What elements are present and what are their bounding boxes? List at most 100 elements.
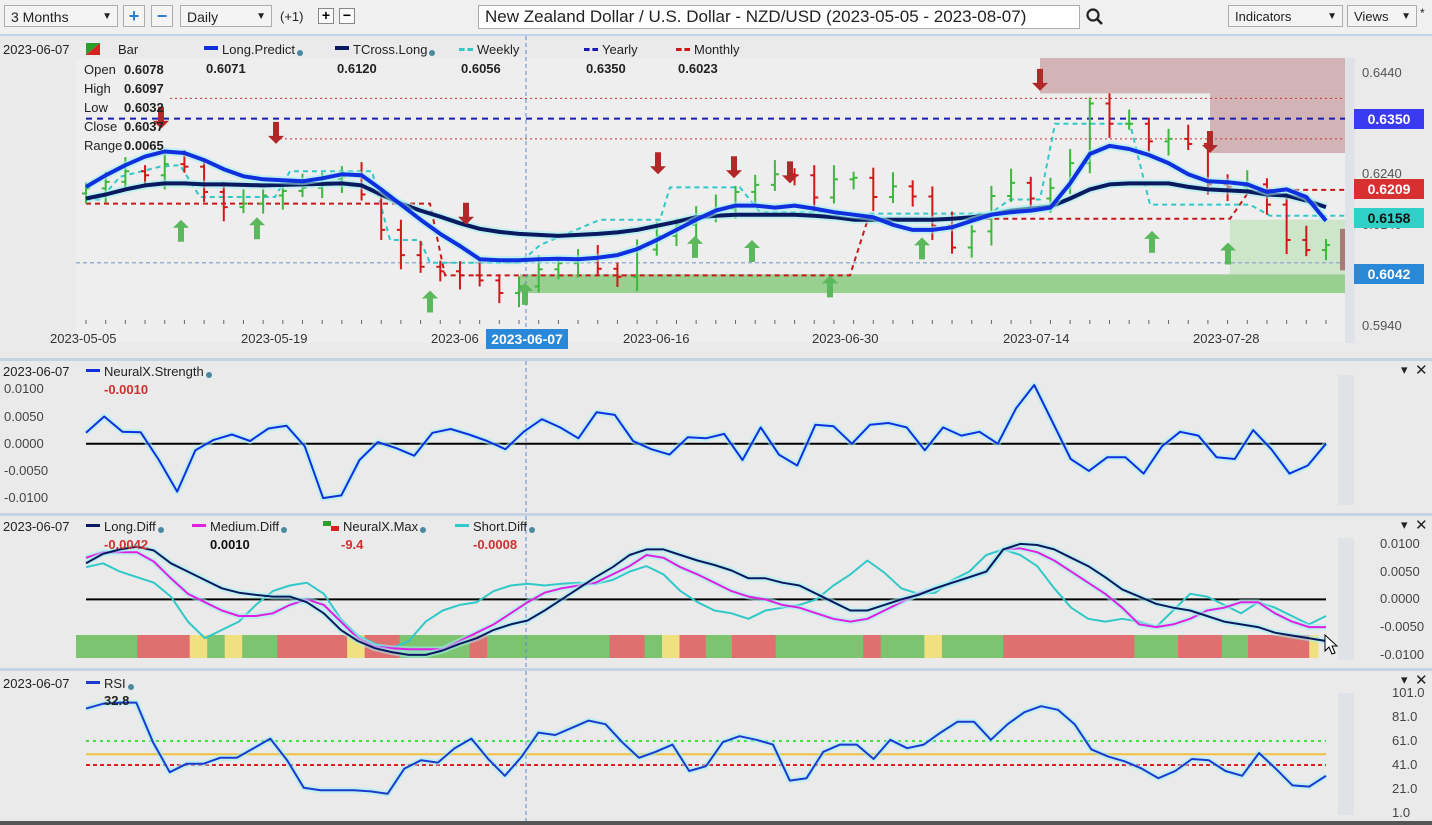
ohlc-row: Range 0.0065 — [84, 138, 164, 153]
panel-menu-button[interactable]: ▾ — [1401, 362, 1408, 378]
legend-swatch — [204, 46, 218, 50]
scroll-strip — [1338, 375, 1354, 505]
legend-swatch — [86, 369, 100, 372]
y-tick-label: 21.0 — [1392, 781, 1418, 796]
legend-swatch — [86, 524, 100, 527]
settings-dot-icon[interactable] — [281, 527, 288, 533]
search-icon — [1086, 8, 1103, 25]
strength-panel: 2023-06-07 NeuralX.Strength -0.0010 0.010… — [0, 361, 1432, 513]
y-tick-label: 81.0 — [1392, 709, 1418, 724]
y-tick-label: 0.0050 — [1380, 563, 1420, 579]
settings-dot-icon[interactable] — [297, 50, 303, 56]
ohlc-row: High 0.6097 — [84, 81, 164, 96]
legend-item: RSI — [86, 676, 134, 691]
settings-dot-icon[interactable] — [205, 372, 212, 378]
neuralx-max-block — [137, 635, 191, 658]
chevron-down-icon: ▼ — [256, 11, 266, 22]
neuralx-max-block — [242, 635, 278, 658]
ohlc-row: Close 0.6037 — [84, 119, 164, 134]
legend-value: 0.6350 — [586, 61, 626, 76]
ohlc-row: Open 0.6078 — [84, 62, 164, 77]
rsi-chart[interactable] — [0, 671, 1432, 821]
zoom-in-button[interactable]: + — [123, 5, 145, 27]
ohlc-value: 0.6037 — [124, 119, 164, 134]
settings-dot-icon[interactable] — [528, 527, 535, 533]
settings-dot-icon[interactable] — [429, 50, 436, 56]
legend-item: NeuralX.Strength — [86, 364, 212, 379]
x-tick-label: 2023-05-19 — [241, 331, 308, 346]
symbol-title-input[interactable]: New Zealand Dollar / U.S. Dollar - NZD/U… — [478, 5, 1080, 29]
price-tag-weekly: 0.6158 — [1354, 207, 1424, 228]
zoom-out-button[interactable]: − — [151, 5, 173, 27]
support-zone — [520, 274, 1354, 294]
panel-menu-button[interactable]: ▾ — [1401, 517, 1408, 533]
neuralx-max-block — [880, 635, 925, 658]
legend-item: Medium.Diff — [192, 519, 288, 534]
legend-swatch — [459, 48, 473, 51]
legend-item: Monthly — [676, 42, 740, 57]
settings-dot-icon[interactable] — [420, 527, 427, 533]
panel-close-button[interactable]: ✕ — [1415, 516, 1428, 534]
y-tick-label: -0.0050 — [4, 462, 49, 478]
legend-item: Weekly — [459, 42, 519, 57]
x-tick-label: 2023-07-28 — [1193, 331, 1260, 346]
legend-value: -0.0008 — [473, 537, 518, 552]
step-minus-button[interactable]: − — [339, 8, 355, 24]
neuralx-max-block — [1134, 635, 1179, 658]
legend-item: Long.Diff — [86, 519, 164, 534]
mouse-cursor-icon — [1324, 634, 1339, 655]
panel-date: 2023-06-07 — [3, 42, 70, 57]
range-select[interactable]: 3 Months ▼ — [4, 5, 118, 27]
legend-swatch — [192, 524, 206, 527]
strength-chart[interactable] — [0, 361, 1432, 513]
legend-item: NeuralX.Max — [323, 519, 427, 534]
neuralx-max-block — [705, 635, 733, 658]
price-tag-price: 0.6042 — [1354, 264, 1424, 285]
indicators-dropdown[interactable]: Indicators ▼ — [1228, 5, 1343, 27]
settings-dot-icon[interactable] — [157, 527, 164, 533]
panel-close-button[interactable]: ✕ — [1415, 361, 1428, 379]
ohlc-label: Open — [84, 62, 116, 77]
views-dropdown[interactable]: Views ▼ — [1347, 5, 1417, 27]
x-tick-label: 2023-06-16 — [623, 331, 690, 346]
settings-dot-icon[interactable] — [127, 684, 134, 690]
close-icon: ✕ — [1415, 517, 1428, 534]
rsi-line-glow — [85, 699, 1328, 797]
step-plus-button[interactable]: + — [318, 8, 334, 24]
ohlc-label: Range — [84, 138, 123, 153]
x-tick-label: 2023-06 — [431, 331, 479, 346]
close-icon: ✕ — [1415, 362, 1428, 379]
interval-select[interactable]: Daily ▼ — [180, 5, 272, 27]
neuralx-max-block — [924, 635, 943, 658]
panel-close-button[interactable]: ✕ — [1415, 671, 1428, 689]
legend-value: 0.6120 — [337, 61, 377, 76]
search-button[interactable] — [1084, 6, 1106, 28]
neuralx-max-block — [662, 635, 681, 658]
ohlc-label: Close — [84, 119, 118, 134]
panel-date: 2023-06-07 — [3, 676, 70, 691]
y-tick-label: 0.0050 — [4, 408, 44, 424]
x-tick-label: 2023-07-14 — [1003, 331, 1070, 346]
panel-menu-button[interactable]: ▾ — [1401, 672, 1408, 688]
price-tag-monthly: 0.6209 — [1354, 178, 1424, 199]
neuralx-max-block — [76, 635, 138, 658]
views-label: Views — [1354, 9, 1389, 24]
panel-date: 2023-06-07 — [3, 519, 70, 534]
neuralx-max-block — [775, 635, 864, 658]
indicators-label: Indicators — [1235, 9, 1292, 24]
legend-value: -0.0010 — [104, 382, 149, 397]
bottom-border — [0, 821, 1432, 825]
chevron-down-icon: ▾ — [1401, 672, 1408, 687]
price-panel: 2023-06-07 Bar Open 0.6078 High 0.6097 Low 0.… — [0, 36, 1432, 358]
neuralx-max-block — [207, 635, 226, 658]
resistance-zone — [1040, 58, 1354, 94]
price-chart[interactable] — [0, 36, 1432, 358]
x-tick-label: 2023-06-30 — [812, 331, 879, 346]
y-tick-label: 0.5940 — [1362, 317, 1402, 333]
neuralx-max-block — [644, 635, 663, 658]
neuralx-max-block — [1178, 635, 1223, 658]
plus-icon: + — [321, 7, 331, 23]
legend-swatch — [335, 46, 349, 50]
ohlc-row: Low 0.6032 — [84, 100, 164, 115]
legend-name: Medium.Diff — [210, 519, 280, 534]
